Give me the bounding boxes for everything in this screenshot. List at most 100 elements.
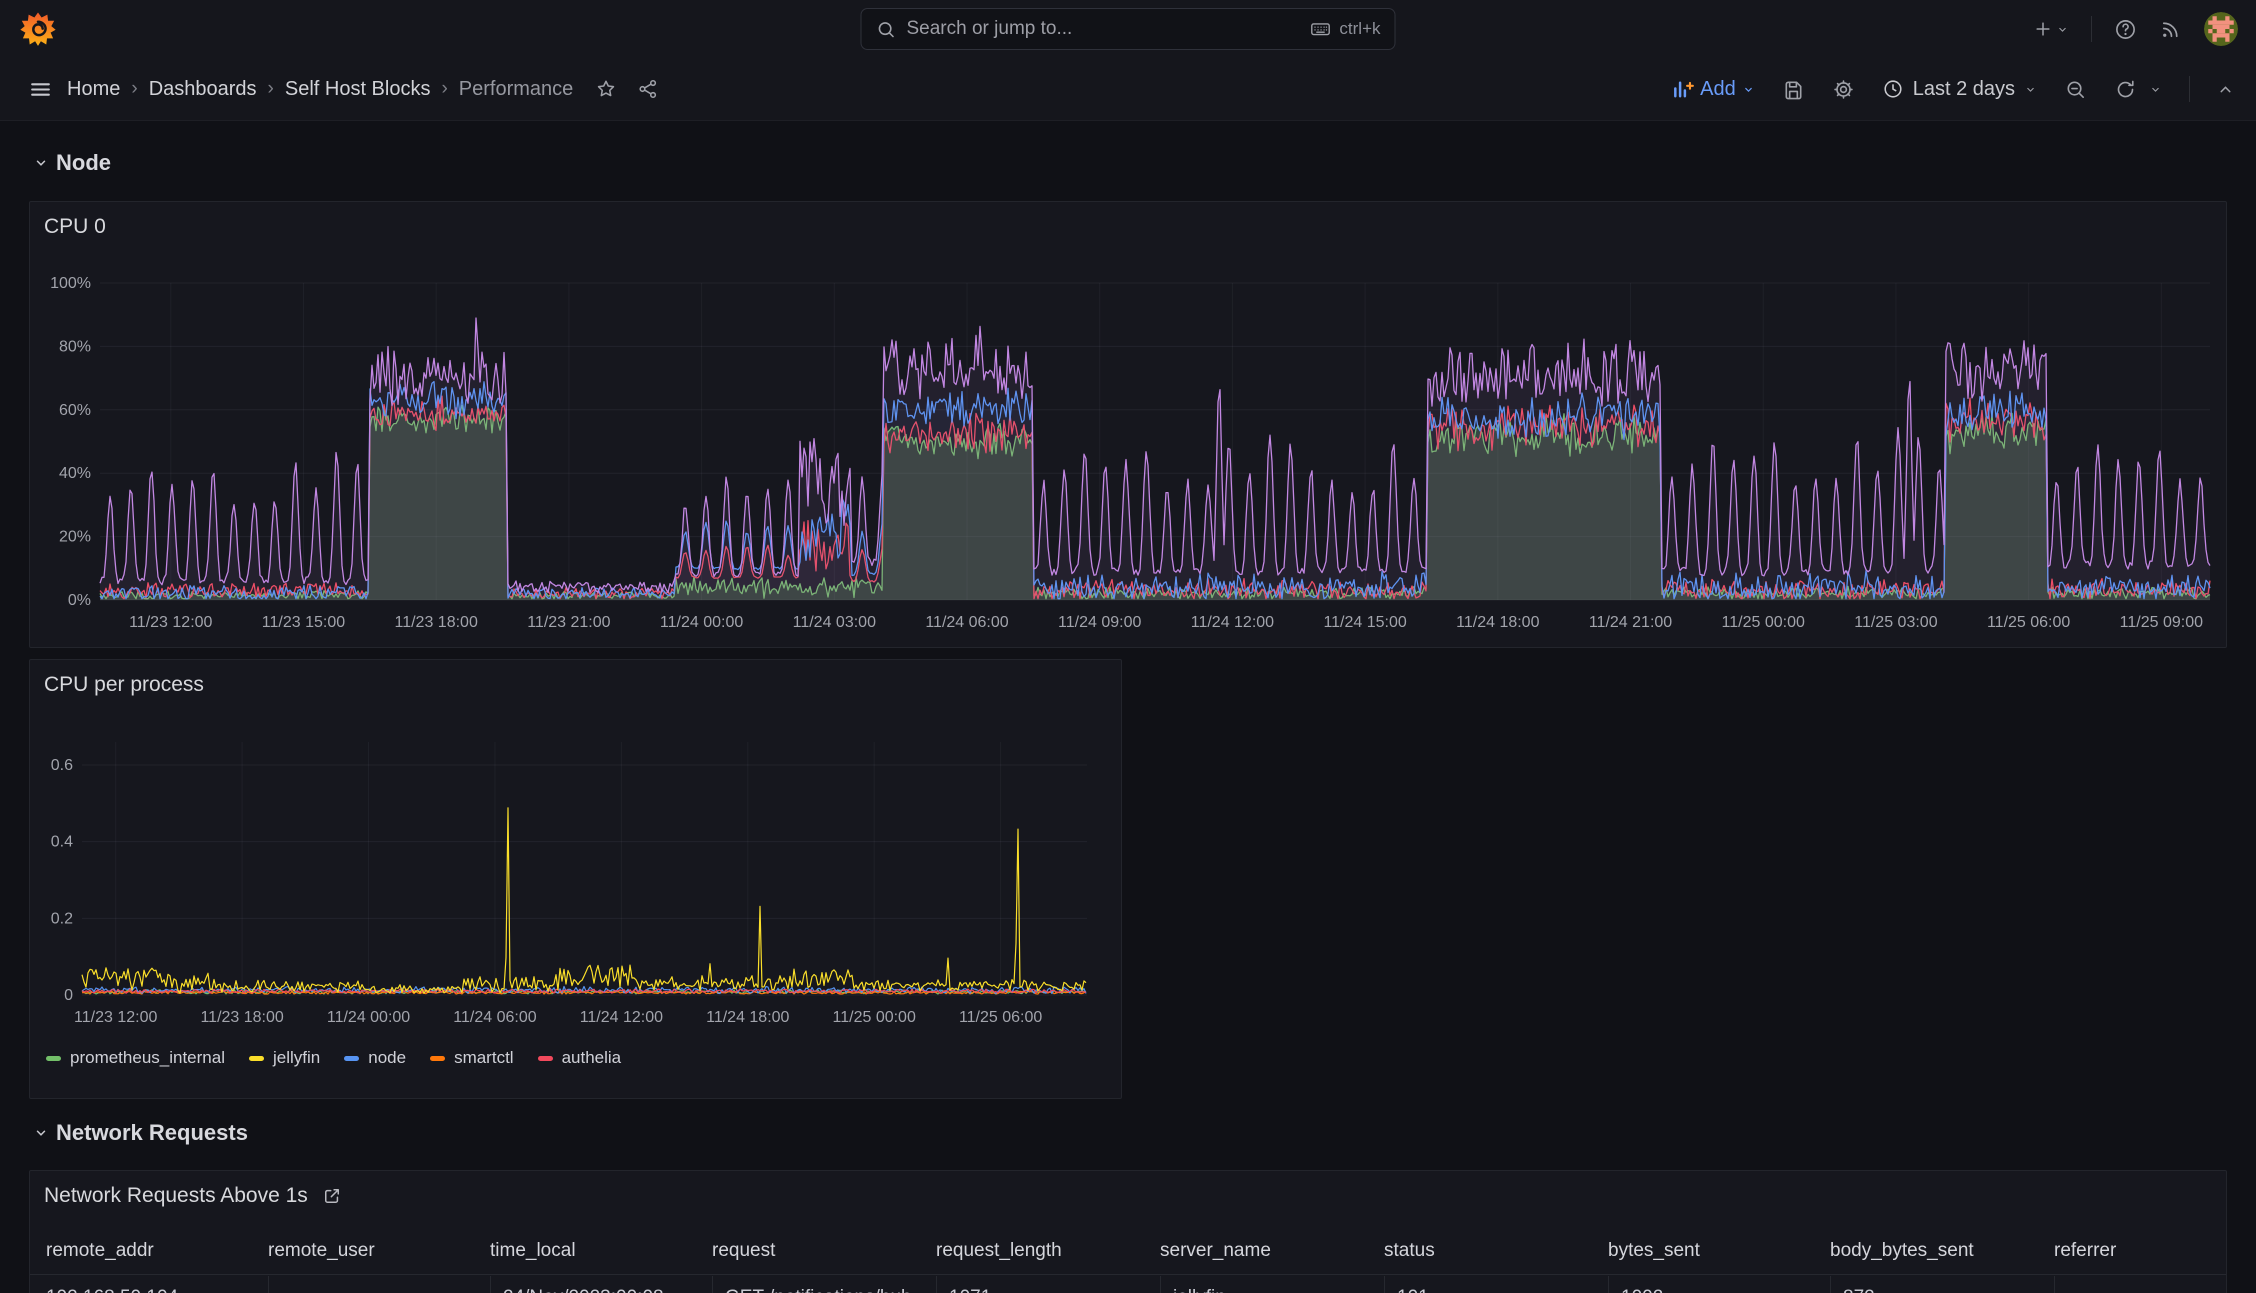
search-shortcut: ctrl+k (1309, 18, 1381, 40)
mega-menu-icon[interactable] (28, 77, 53, 102)
legend-item-smartctl[interactable]: smartctl (430, 1048, 514, 1068)
section-node[interactable]: Node (34, 150, 111, 176)
svg-text:11/24 21:00: 11/24 21:00 (1589, 614, 1672, 631)
col-body-bytes-sent[interactable]: body_bytes_sent (1830, 1240, 2054, 1262)
legend-swatch (248, 1055, 264, 1061)
cpu0-chart[interactable]: 11/23 12:00 11/23 15:00 11/23 18:00 11/23 2… (30, 202, 2226, 647)
legend-item-prometheus-internal[interactable]: prometheus_internal (46, 1048, 225, 1068)
help-icon[interactable] (2114, 18, 2137, 41)
col-time-local[interactable]: time_local (490, 1240, 712, 1262)
section-node-label: Node (56, 150, 111, 175)
top-nav: Search or jump to... ctrl+k (0, 0, 2256, 59)
svg-text:0%: 0% (68, 592, 91, 609)
svg-text:11/24 00:00: 11/24 00:00 (660, 614, 743, 631)
breadcrumb-dashboards[interactable]: Dashboards (149, 78, 257, 101)
cell-body-bytes-sent: 872 (1830, 1276, 2054, 1293)
cpu-per-process-chart[interactable]: 11/23 12:00 11/23 18:00 11/24 00:00 11/24 0… (30, 660, 1120, 1098)
svg-text:11/24 00:00: 11/24 00:00 (327, 1009, 410, 1026)
svg-text:11/24 06:00: 11/24 06:00 (453, 1009, 536, 1026)
svg-text:40%: 40% (59, 465, 91, 482)
add-panel-button[interactable]: Add (1671, 78, 1755, 101)
panel-cpu-per-process: CPU per process 11/23 12:00 11/23 18:00 11… (29, 659, 1122, 1099)
col-referrer[interactable]: referrer (2054, 1240, 2210, 1262)
svg-text:11/23 12:00: 11/23 12:00 (129, 614, 212, 631)
breadcrumb-home[interactable]: Home (67, 78, 120, 101)
legend-swatch (537, 1055, 553, 1061)
svg-text:11/25 00:00: 11/25 00:00 (1722, 614, 1805, 631)
svg-text:11/25 00:00: 11/25 00:00 (833, 1009, 916, 1026)
svg-text:11/24 12:00: 11/24 12:00 (1191, 614, 1274, 631)
svg-text:11/23 18:00: 11/23 18:00 (395, 614, 478, 631)
chart-legend: prometheus_internal jellyfin node smartc… (46, 1048, 621, 1068)
news-rss-icon[interactable] (2159, 18, 2182, 41)
svg-text:0: 0 (64, 987, 73, 1004)
zoom-out-icon[interactable] (2064, 78, 2087, 101)
favorite-star-icon[interactable] (595, 78, 617, 100)
dashboard-settings-icon[interactable] (1832, 78, 1855, 101)
svg-text:11/24 09:00: 11/24 09:00 (1058, 614, 1141, 631)
bar-chart-add-icon (1671, 78, 1695, 101)
share-icon[interactable] (637, 78, 659, 100)
time-range-label: Last 2 days (1912, 77, 2015, 100)
svg-text:11/25 03:00: 11/25 03:00 (1854, 614, 1937, 631)
top-nav-right (2033, 0, 2238, 58)
col-bytes-sent[interactable]: bytes_sent (1608, 1240, 1830, 1262)
legend-swatch (430, 1055, 446, 1061)
avatar-pixel-art (2204, 12, 2238, 46)
svg-text:0.2: 0.2 (51, 910, 73, 927)
keyboard-icon (1309, 18, 1331, 40)
user-avatar[interactable] (2204, 12, 2238, 46)
svg-text:80%: 80% (59, 338, 91, 355)
svg-text:11/24 18:00: 11/24 18:00 (706, 1009, 789, 1026)
kiosk-mode-caret-icon[interactable] (2217, 81, 2234, 98)
time-range-picker[interactable]: Last 2 days (1882, 78, 2037, 101)
panel-cpu0: CPU 0 11/23 12:00 11/23 15:00 11/23 18:00 1… (29, 201, 2227, 648)
external-link-icon[interactable] (322, 1186, 342, 1206)
cell-request: GET /notifications/hub (712, 1276, 936, 1293)
svg-text:100%: 100% (50, 275, 91, 292)
section-collapse-icon (34, 1126, 48, 1140)
cell-referrer (2054, 1276, 2210, 1293)
breadcrumb-separator: › (267, 78, 274, 99)
legend-item-node[interactable]: node (344, 1048, 406, 1068)
divider (2189, 76, 2190, 102)
svg-text:11/23 21:00: 11/23 21:00 (527, 614, 610, 631)
col-server-name[interactable]: server_name (1160, 1240, 1384, 1262)
cell-time-local: 24/Nov/2023:00:08 (490, 1276, 712, 1293)
svg-text:0.6: 0.6 (51, 757, 73, 774)
plus-icon (2033, 19, 2053, 39)
section-network-label: Network Requests (56, 1120, 248, 1145)
legend-item-authelia[interactable]: authelia (537, 1048, 621, 1068)
search-input[interactable]: Search or jump to... ctrl+k (860, 8, 1396, 50)
refresh-interval-chevron-icon[interactable] (2149, 83, 2162, 96)
col-request[interactable]: request (712, 1240, 936, 1262)
panel-network-table-title[interactable]: Network Requests Above 1s (44, 1184, 342, 1208)
svg-text:11/25 06:00: 11/25 06:00 (1987, 614, 2070, 631)
legend-item-jellyfin[interactable]: jellyfin (248, 1048, 320, 1068)
col-status[interactable]: status (1384, 1240, 1608, 1262)
col-remote-addr[interactable]: remote_addr (46, 1240, 268, 1262)
table-header-row: remote_addr remote_user time_local reque… (30, 1227, 2226, 1275)
cell-status: 101 (1384, 1276, 1608, 1293)
panel-network-requests-table: Network Requests Above 1s remote_addr re… (29, 1170, 2227, 1293)
grafana-logo[interactable] (20, 11, 56, 47)
svg-text:20%: 20% (59, 529, 91, 546)
search-placeholder: Search or jump to... (906, 18, 1073, 39)
divider (2091, 16, 2092, 42)
breadcrumb-separator: › (441, 78, 448, 99)
section-collapse-icon (34, 156, 48, 170)
col-remote-user[interactable]: remote_user (268, 1240, 490, 1262)
chevron-down-icon (2024, 83, 2037, 96)
refresh-icon[interactable] (2114, 78, 2137, 101)
breadcrumb-separator: › (131, 78, 138, 99)
breadcrumb-current: Performance (458, 77, 574, 100)
breadcrumb-folder[interactable]: Self Host Blocks (285, 78, 431, 101)
new-button[interactable] (2033, 19, 2069, 39)
svg-text:11/24 12:00: 11/24 12:00 (580, 1009, 663, 1026)
svg-text:11/23 12:00: 11/23 12:00 (74, 1009, 157, 1026)
svg-text:60%: 60% (59, 402, 91, 419)
save-dashboard-icon[interactable] (1782, 78, 1805, 101)
col-request-length[interactable]: request_length (936, 1240, 1160, 1262)
section-network-requests[interactable]: Network Requests (34, 1120, 248, 1146)
clock-icon (1882, 78, 1904, 100)
